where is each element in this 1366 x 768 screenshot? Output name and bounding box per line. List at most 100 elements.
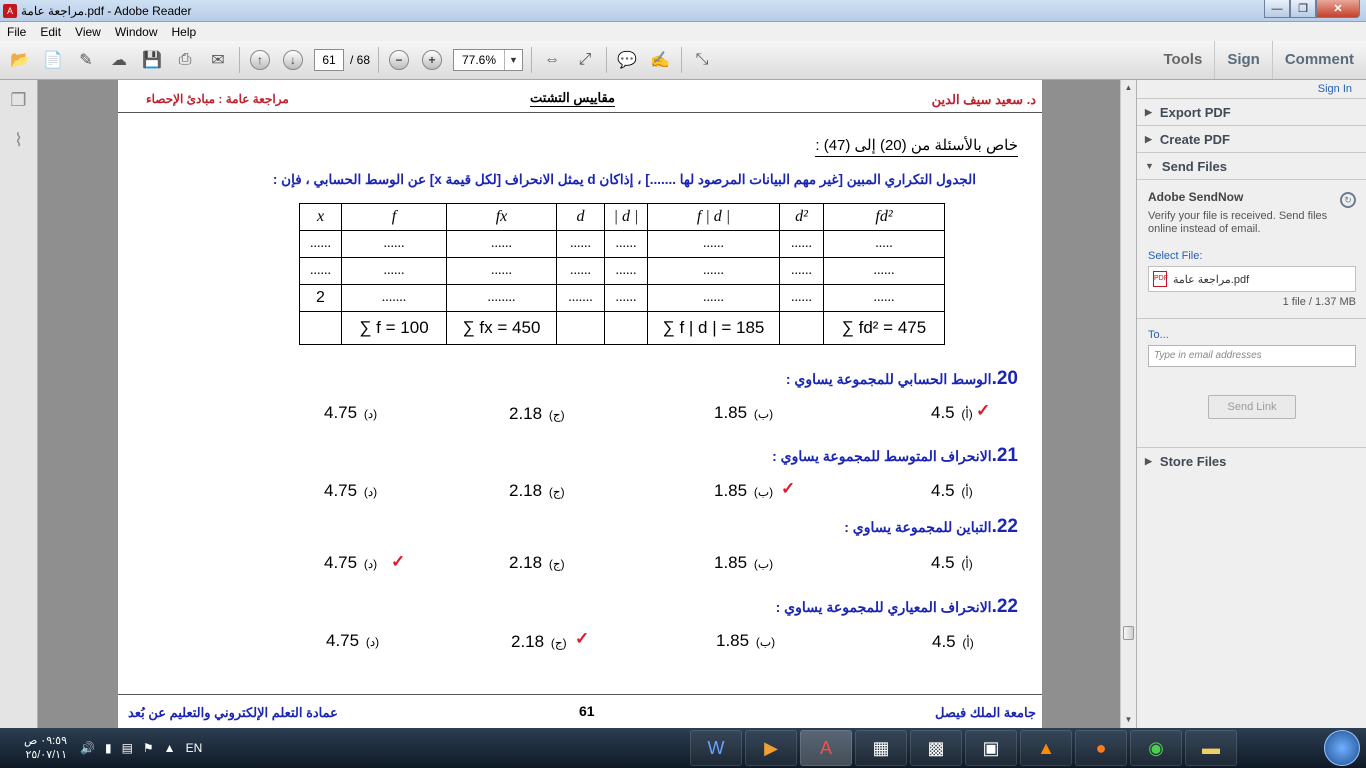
question-text: الوسط الحسابي للمجموعة يساوي : [785, 371, 992, 387]
paperclip-icon[interactable]: ⌇ [8, 130, 30, 152]
scroll-up-icon[interactable]: ▲ [1121, 80, 1136, 96]
comment-link[interactable]: Comment [1271, 41, 1366, 79]
upload-icon[interactable]: ☁ [106, 47, 132, 73]
control-panel-icon[interactable]: ▣ [965, 730, 1017, 766]
print-icon[interactable]: ⎙ [172, 47, 198, 73]
page-footer: جامعة الملك فيصل 61 عمادة التعلم الإلكتر… [118, 694, 1042, 728]
chevron-down-icon[interactable]: ▼ [504, 50, 522, 70]
open-icon[interactable]: 📂 [7, 47, 33, 73]
email-icon[interactable]: ✉ [205, 47, 231, 73]
explorer-icon[interactable]: ▬ [1185, 730, 1237, 766]
volume-icon[interactable]: 🔊 [80, 741, 95, 755]
university-name: جامعة الملك فيصل [934, 705, 1036, 720]
menu-edit[interactable]: Edit [33, 25, 68, 39]
table-row: ...... ...... ...... ...... ...... .....… [299, 230, 945, 258]
send-files-section[interactable]: ▼ Send Files [1137, 152, 1366, 179]
fit-page-icon[interactable]: ⤢ [572, 47, 598, 73]
highlight-icon[interactable]: ✍ [647, 47, 673, 73]
check-icon: ✓ [781, 479, 796, 498]
fullscreen-icon[interactable]: ⤡ [689, 47, 715, 73]
edit-icon[interactable]: ✎ [73, 47, 99, 73]
show-hidden-icons[interactable]: ▲ [164, 741, 176, 755]
calendar-icon[interactable]: ▦ [855, 730, 907, 766]
menu-file[interactable]: File [0, 25, 33, 39]
language-indicator[interactable]: EN [186, 741, 203, 755]
table-cell: ...... [779, 230, 824, 258]
check-icon: ✓ [976, 401, 991, 420]
zoom-out-button[interactable]: − [386, 47, 412, 73]
adobe-reader-icon: A [3, 3, 17, 18]
table-cell [604, 311, 648, 345]
chrome-icon[interactable]: ◉ [1130, 730, 1182, 766]
sticky-note-icon[interactable]: 💬 [614, 47, 640, 73]
scroll-thumb[interactable] [1123, 626, 1134, 640]
page-number-input[interactable]: 61 [314, 49, 344, 71]
sendnow-description: Verify your file is received. Send files… [1148, 210, 1328, 235]
clock[interactable]: ٠٩:٥٩ ص ٢٥/٠٧/١١ [0, 734, 75, 762]
option-c: (ج) 2.18 [509, 553, 565, 572]
sign-in-link[interactable]: Sign In [1137, 80, 1366, 98]
flag-icon[interactable]: ⚑ [143, 741, 154, 755]
question-number: 21. [991, 445, 1018, 466]
menu-window[interactable]: Window [108, 25, 165, 39]
media-player-icon[interactable]: ▶ [745, 730, 797, 766]
fit-width-icon[interactable]: ⇔ [539, 47, 565, 73]
table-header: f | d | [647, 203, 780, 231]
option-c: (ج) 2.18 [509, 404, 565, 423]
question-22-variance: 22.التباين للمجموعة يساوي : [844, 516, 1018, 538]
zoom-select[interactable]: 77.6% ▼ [453, 49, 524, 71]
toolbar: 📂 📄 ✎ ☁ 💾 ⎙ ✉ ↑ ↓ 61 / 68 − + 77.6% ▼ ⇔ … [0, 41, 1366, 80]
table-cell: ....... [341, 284, 447, 312]
option-b: (ب) 1.85 [714, 553, 774, 572]
word-icon[interactable]: W [690, 730, 742, 766]
course-title: مراجعة عامة : مبادئ الإحصاء [146, 92, 289, 106]
table-header: fd² [823, 203, 945, 231]
menu-view[interactable]: View [68, 25, 108, 39]
calculator-icon[interactable]: ▩ [910, 730, 962, 766]
table-cell: ...... [341, 257, 447, 285]
option-d: (د) 4.75 [326, 631, 380, 650]
option-d: (د) 4.75 [324, 553, 378, 572]
option-c: (ج) 2.18 [511, 632, 567, 651]
to-label: To... [1148, 329, 1169, 341]
create-pdf-section[interactable]: ▶ Create PDF [1137, 125, 1366, 152]
questions-subheading: خاص بالأسئلة من (20) إلى (47) : [815, 136, 1018, 157]
option-b: (ب) 1.85 [714, 481, 774, 500]
vertical-scrollbar[interactable]: ▲ ▼ [1120, 80, 1136, 728]
adobe-reader-taskbar-icon[interactable]: A [800, 730, 852, 766]
scroll-down-icon[interactable]: ▼ [1121, 712, 1136, 728]
page-number: 61 [579, 703, 595, 719]
email-input[interactable]: Type in email addresses [1148, 345, 1356, 367]
frequency-table: x f fx d | d | f | d | d² fd² ...... ...… [299, 203, 945, 345]
pages-icon[interactable]: ❐ [8, 90, 30, 112]
maximize-button[interactable]: ❐ [1290, 0, 1316, 18]
create-pdf-icon[interactable]: 📄 [40, 47, 66, 73]
table-cell: ...... [647, 284, 780, 312]
next-page-button[interactable]: ↓ [280, 47, 306, 73]
sign-link[interactable]: Sign [1214, 41, 1272, 79]
prev-page-button[interactable]: ↑ [247, 47, 273, 73]
start-button[interactable] [1324, 730, 1360, 766]
pdf-page: د. سعيد سيف الدين مقاييس التشتت مراجعة ع… [118, 80, 1042, 728]
signal-icon[interactable]: ▮ [105, 741, 112, 755]
export-pdf-section[interactable]: ▶ Export PDF [1137, 98, 1366, 125]
save-icon[interactable]: 💾 [139, 47, 165, 73]
minimize-button[interactable]: — [1264, 0, 1290, 18]
check-icon: ✓ [391, 552, 406, 571]
sendnow-icon: ↻ [1340, 192, 1356, 208]
close-button[interactable]: ✕ [1316, 0, 1360, 18]
send-link-button[interactable]: Send Link [1208, 395, 1296, 419]
tools-link[interactable]: Tools [1151, 41, 1214, 79]
question-22-stddev: 22.الانحراف المعياري للمجموعة يساوي : [776, 596, 1018, 618]
vlc-icon[interactable]: ▲ [1020, 730, 1072, 766]
option-b: (ب) 1.85 [716, 631, 776, 650]
table-cell [556, 311, 605, 345]
firefox-icon[interactable]: ● [1075, 730, 1127, 766]
selected-file[interactable]: PDF مراجعة عامة.pdf [1148, 266, 1356, 292]
zoom-in-button[interactable]: + [419, 47, 445, 73]
store-files-section[interactable]: ▶ Store Files [1137, 447, 1366, 474]
menu-help[interactable]: Help [165, 25, 204, 39]
network-icon[interactable]: ▤ [122, 741, 133, 755]
pdf-file-icon: PDF [1153, 271, 1168, 287]
left-navigation-rail: ❐ ⌇ [0, 80, 38, 728]
